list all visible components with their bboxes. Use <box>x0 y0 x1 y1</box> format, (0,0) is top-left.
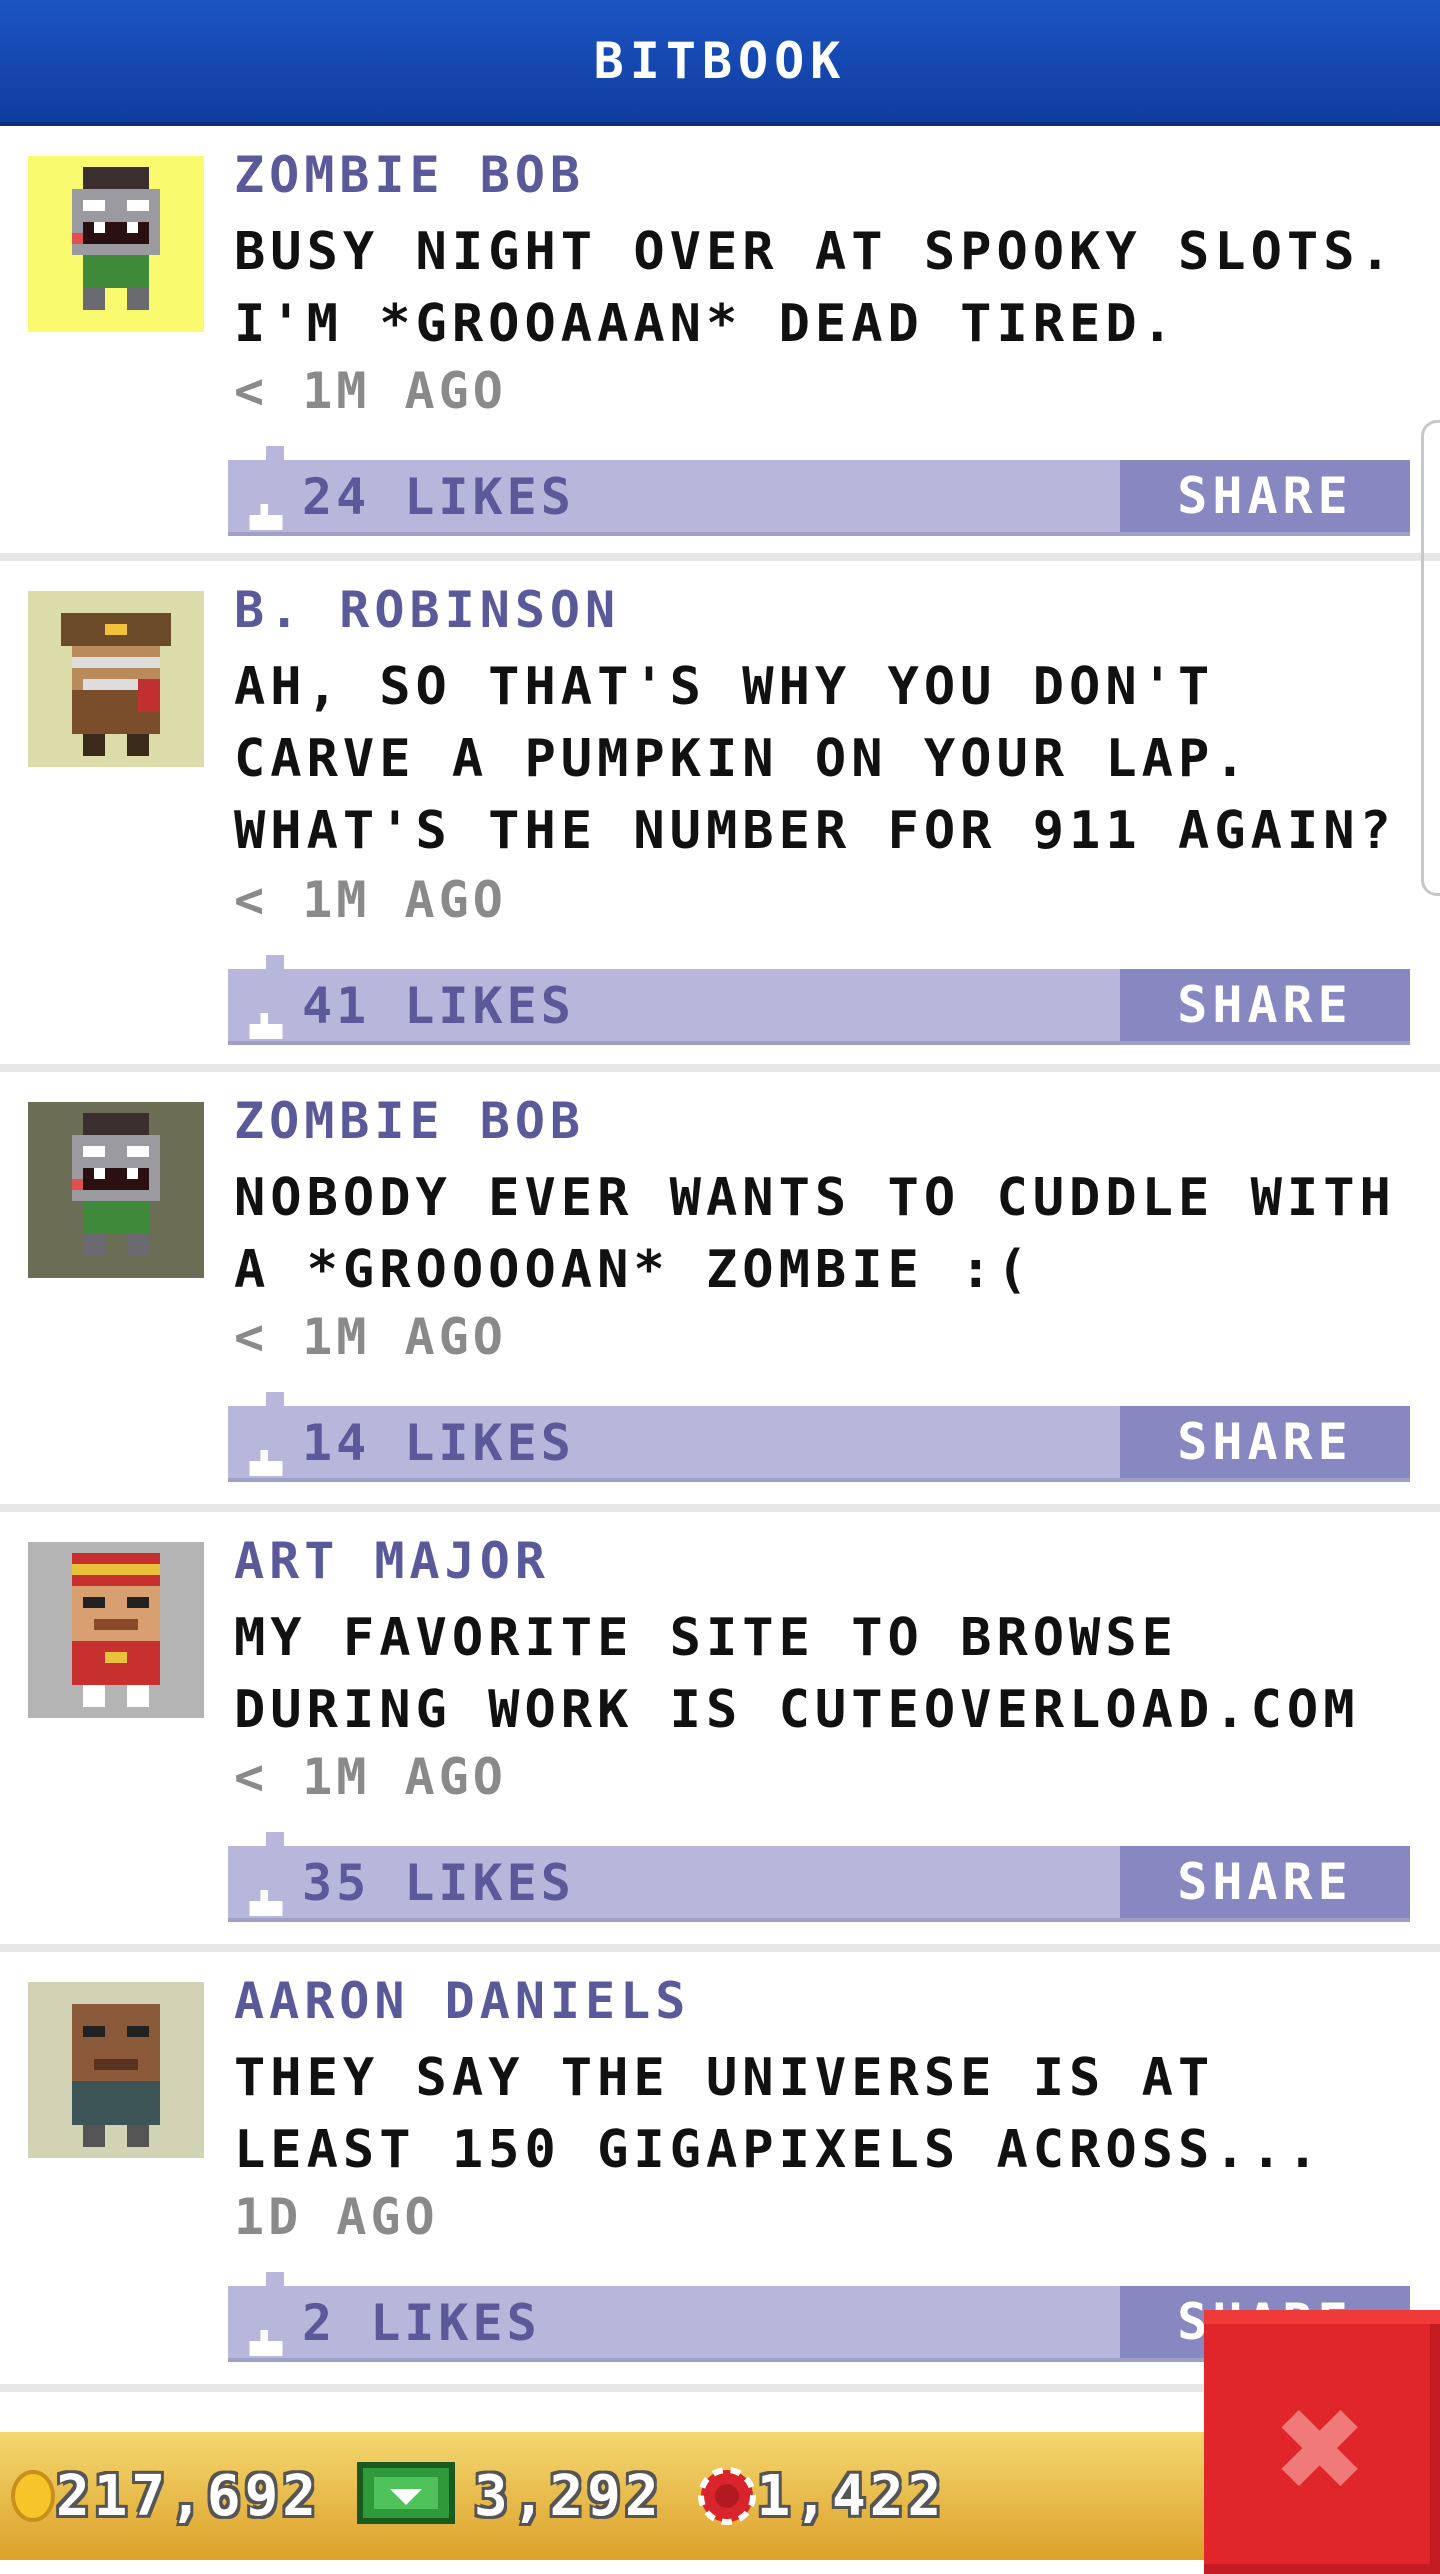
zombie-avatar-icon[interactable] <box>28 156 204 332</box>
thumbs-up-icon <box>248 1870 284 1916</box>
like-button[interactable]: 2 LIKES <box>248 2294 541 2356</box>
post-item: ZOMBIE BOB NOBODY EVER WANTS TO CUDDLE W… <box>0 1072 1440 1512</box>
thumbs-up-icon <box>248 993 284 1039</box>
like-button[interactable]: 35 LIKES <box>248 1854 575 1916</box>
like-bar-notch <box>266 2272 284 2286</box>
detective-avatar-icon[interactable] <box>28 591 204 767</box>
post-item: ZOMBIE BOB BUSY NIGHT OVER AT SPOOKY SLO… <box>0 126 1440 561</box>
post-time: < 1M AGO <box>234 362 507 420</box>
like-bar-notch <box>266 1832 284 1846</box>
bellhop-avatar-icon[interactable] <box>28 1542 204 1718</box>
like-bar: 41 LIKES SHARE <box>228 955 1410 1045</box>
thumbs-up-icon <box>248 2310 284 2356</box>
like-button[interactable]: 41 LIKES <box>248 977 575 1039</box>
post-text: AH, SO THAT'S WHY YOU DON'T CARVE A PUMP… <box>234 657 1396 861</box>
scrollbar[interactable] <box>1421 420 1440 896</box>
post-author[interactable]: B. ROBINSON <box>234 581 620 639</box>
post-author[interactable]: ZOMBIE BOB <box>234 146 585 204</box>
like-count: 24 LIKES <box>302 468 575 526</box>
like-button[interactable]: 14 LIKES <box>248 1414 575 1476</box>
post-author[interactable]: ART MAJOR <box>234 1532 550 1590</box>
post-author[interactable]: ZOMBIE BOB <box>234 1092 585 1150</box>
like-bar: 24 LIKES SHARE <box>228 446 1410 536</box>
post-time: 1D AGO <box>234 2188 439 2246</box>
coins-counter: 217,692 <box>10 2464 320 2529</box>
like-button[interactable]: 24 LIKES <box>248 468 575 530</box>
post-item: ART MAJOR MY FAVORITE SITE TO BROWSE DUR… <box>0 1512 1440 1952</box>
like-bar-notch <box>266 446 284 460</box>
post-text: THEY SAY THE UNIVERSE IS AT LEAST 150 GI… <box>234 2048 1324 2180</box>
like-count: 14 LIKES <box>302 1414 575 1472</box>
share-button[interactable]: SHARE <box>1120 969 1410 1041</box>
bux-icon <box>357 2462 456 2524</box>
thumbs-up-icon <box>248 1430 284 1476</box>
person-avatar-icon[interactable] <box>28 1982 204 2158</box>
post-text: NOBODY EVER WANTS TO CUDDLE WITH A *GROO… <box>234 1168 1396 1300</box>
like-bar-notch <box>266 1392 284 1406</box>
like-bar: 14 LIKES SHARE <box>228 1392 1410 1482</box>
post-time: < 1M AGO <box>234 1748 507 1806</box>
app-header: BITBOOK <box>0 0 1440 126</box>
chip-icon <box>697 2467 756 2525</box>
app-title: BITBOOK <box>593 32 847 90</box>
like-bar: 35 LIKES SHARE <box>228 1832 1410 1922</box>
share-button[interactable]: SHARE <box>1120 460 1410 532</box>
bux-counter: 3,292 <box>354 2461 663 2531</box>
coins-value: 217,692 <box>56 2463 321 2529</box>
post-item: B. ROBINSON AH, SO THAT'S WHY YOU DON'T … <box>0 561 1440 1072</box>
post-author[interactable]: AARON DANIELS <box>234 1972 690 2030</box>
post-time: < 1M AGO <box>234 1308 507 1366</box>
like-bar-notch <box>266 955 284 969</box>
zombie-avatar-icon[interactable] <box>28 1102 204 1278</box>
like-count: 35 LIKES <box>302 1854 575 1912</box>
post-time: < 1M AGO <box>234 871 507 929</box>
coin-icon <box>11 2470 55 2522</box>
post-text: BUSY NIGHT OVER AT SPOOKY SLOTS. I'M *GR… <box>234 222 1396 354</box>
feed-list[interactable]: ZOMBIE BOB BUSY NIGHT OVER AT SPOOKY SLO… <box>0 126 1440 2426</box>
like-count: 2 LIKES <box>302 2294 541 2352</box>
thumbs-up-icon <box>248 484 284 530</box>
chips-value: 1,422 <box>756 2463 946 2529</box>
close-button[interactable]: ✖ <box>1204 2310 1440 2574</box>
bux-value: 3,292 <box>474 2463 663 2529</box>
chips-counter: 1,422 <box>697 2464 946 2529</box>
post-text: MY FAVORITE SITE TO BROWSE DURING WORK I… <box>234 1608 1360 1740</box>
close-x-icon: ✖ <box>1276 2362 1368 2536</box>
share-button[interactable]: SHARE <box>1120 1846 1410 1918</box>
like-count: 41 LIKES <box>302 977 575 1035</box>
share-button[interactable]: SHARE <box>1120 1406 1410 1478</box>
